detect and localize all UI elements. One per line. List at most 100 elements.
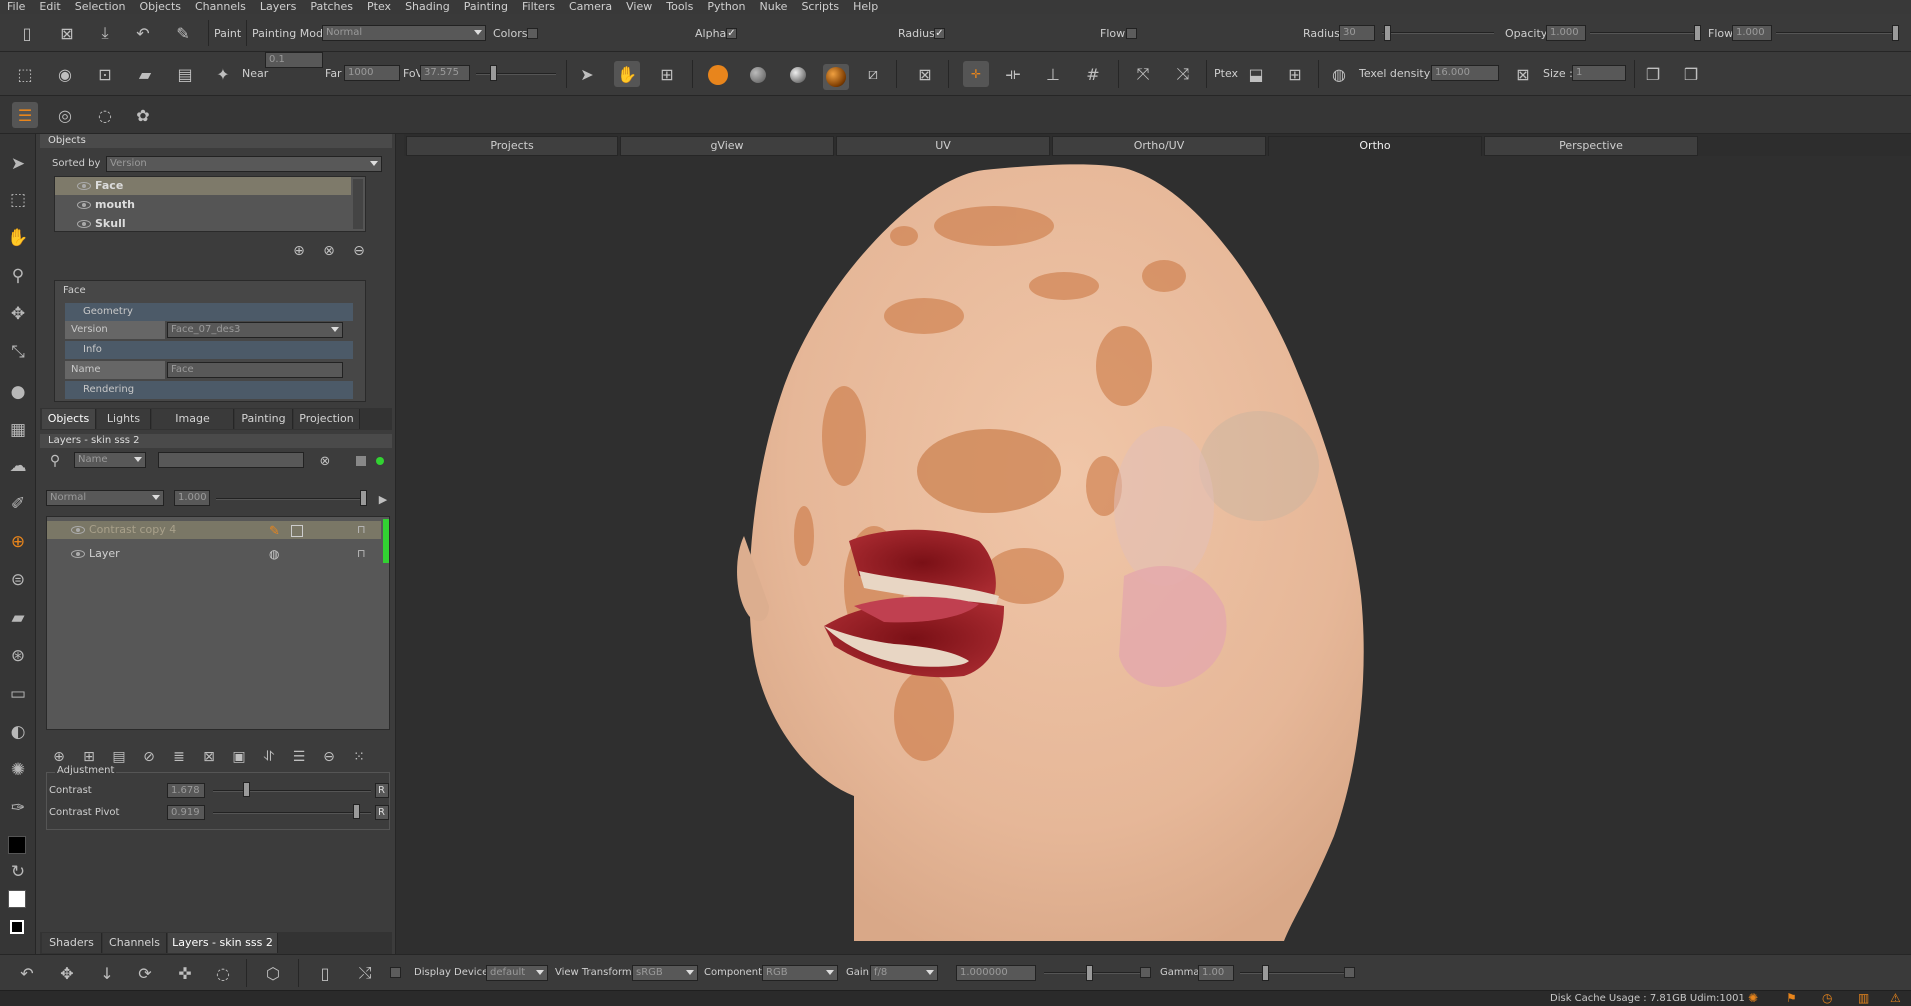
tab-image-manager[interactable]: Image Manager [152, 409, 234, 445]
lit-shading-icon[interactable] [790, 67, 806, 83]
tab-ortho-uv[interactable]: Ortho/UV [1052, 136, 1266, 156]
eye-icon[interactable] [77, 201, 91, 209]
remove-object-icon[interactable]: ⊖ [346, 238, 372, 264]
clear-search-icon[interactable]: ⊗ [312, 448, 338, 474]
orange-shading-icon[interactable] [708, 65, 728, 85]
gamma-reset-icon[interactable] [1344, 967, 1355, 978]
down-arrow-icon[interactable]: ↓ [94, 960, 120, 986]
sparkle-icon[interactable]: ✦ [210, 61, 236, 87]
bucket-icon[interactable]: ▦ [6, 418, 30, 442]
menu-scripts[interactable]: Scripts [794, 0, 846, 14]
frame-icon[interactable]: ⊡ [92, 61, 118, 87]
eye-icon[interactable] [71, 550, 85, 558]
layers-mode-icon[interactable]: ☰ [12, 102, 38, 128]
menu-ptex[interactable]: Ptex [360, 0, 398, 14]
transform-a-icon[interactable]: ⤧ [1130, 61, 1156, 87]
group-layer-icon[interactable]: ▣ [226, 744, 252, 770]
drop-icon[interactable]: ● [6, 380, 30, 404]
painting-mode-select[interactable]: Normal [322, 25, 486, 41]
save-file-icon[interactable]: ⤓ [92, 20, 118, 46]
clone-icon[interactable]: ⊛ [6, 644, 30, 668]
brush-pick-icon[interactable]: ✎ [170, 20, 196, 46]
grid-icon[interactable]: # [1080, 61, 1106, 87]
copy-layers-icon[interactable]: ❐ [1640, 61, 1666, 87]
status-timer-icon[interactable]: ◷ [1822, 991, 1832, 1005]
menu-objects[interactable]: Objects [132, 0, 188, 14]
cursor-select-icon[interactable]: ➤ [574, 61, 600, 87]
near-input[interactable]: 0.1 [265, 52, 323, 68]
box-icon[interactable]: ▰ [132, 61, 158, 87]
flow-slider[interactable] [1776, 32, 1898, 34]
menu-painting[interactable]: Painting [457, 0, 515, 14]
smudge-icon[interactable]: ☁ [6, 454, 30, 478]
contrast-pivot-reset-button[interactable]: R [375, 805, 389, 820]
contrast-input[interactable]: 1.678 [167, 783, 205, 798]
zoom-icon[interactable]: ⚲ [6, 264, 30, 288]
paint-brush-icon[interactable]: ✋ [614, 61, 640, 87]
gain-select[interactable]: f/8 [870, 965, 938, 981]
colors-checkbox[interactable] [527, 28, 538, 39]
orbit-icon[interactable]: ✜ [172, 960, 198, 986]
delete-layer-icon[interactable]: ⊖ [316, 744, 342, 770]
new-file-icon[interactable]: ▯ [14, 20, 40, 46]
radius-slider[interactable] [1382, 32, 1494, 34]
symmetry-y-icon[interactable]: ⊥ [1040, 61, 1066, 87]
select-arrow-icon[interactable]: ➤ [6, 152, 30, 176]
opacity-slider-handle[interactable] [1694, 25, 1701, 41]
component-select[interactable]: RGB [762, 965, 838, 981]
eye-icon[interactable] [77, 220, 91, 228]
gradient-icon[interactable]: ▭ [6, 682, 30, 706]
tab-gview[interactable]: gView [620, 136, 834, 156]
foreground-color-swatch[interactable] [8, 836, 26, 854]
layer-opacity-handle[interactable] [360, 490, 367, 506]
hexagon-icon[interactable]: ⬡ [260, 960, 286, 986]
eye-stack-icon[interactable]: ◎ [52, 102, 78, 128]
projection-icon[interactable]: ⊞ [654, 61, 680, 87]
menu-tools[interactable]: Tools [659, 0, 700, 14]
radius-checkbox[interactable]: ✓ [934, 28, 945, 39]
sorted-by-select[interactable]: Version [106, 156, 382, 172]
layer-row-layer[interactable]: Layer [47, 545, 381, 563]
move-icon[interactable]: ✥ [6, 302, 30, 326]
wireframe-icon[interactable]: ⧄ [860, 61, 886, 87]
tab-projects[interactable]: Projects [406, 136, 618, 156]
display-device-select[interactable]: default [486, 965, 548, 981]
status-alert-icon[interactable]: ⚠ [1890, 991, 1901, 1005]
menu-python[interactable]: Python [700, 0, 752, 14]
blur-icon[interactable]: ⊜ [6, 568, 30, 592]
size-input[interactable]: 1 [1572, 65, 1626, 81]
background-color-swatch[interactable] [8, 890, 26, 908]
add-channel-icon[interactable]: ⊘ [136, 744, 162, 770]
document-icon[interactable]: ▯ [312, 960, 338, 986]
rotate-view-icon[interactable]: ⟳ [132, 960, 158, 986]
fov-slider-handle[interactable] [490, 65, 497, 81]
object-row-mouth[interactable]: mouth [55, 196, 351, 214]
eraser-icon[interactable]: ▰ [6, 606, 30, 630]
tab-lights[interactable]: Lights [97, 409, 151, 429]
objects-scrollbar[interactable] [353, 179, 363, 229]
fov-input[interactable]: 37.575 [420, 65, 470, 81]
undo-paint-icon[interactable]: ↶ [130, 20, 156, 46]
ptex-grid-icon[interactable]: ⊞ [1282, 61, 1308, 87]
name-input[interactable]: Face [167, 362, 343, 378]
texel-density-input[interactable]: 16.000 [1431, 65, 1499, 81]
ptex-resize-icon[interactable]: ⬓ [1243, 61, 1269, 87]
eye-icon[interactable] [71, 526, 85, 534]
display-checkbox[interactable] [390, 967, 401, 978]
lasso-icon[interactable]: ◌ [210, 960, 236, 986]
transform-icon[interactable]: ⤡ [6, 340, 30, 364]
tab-ortho[interactable]: Ortho [1268, 136, 1482, 156]
tab-channels[interactable]: Channels [103, 933, 167, 953]
layer-opacity-slider[interactable] [216, 498, 366, 500]
transform-b-icon[interactable]: ⤨ [1170, 61, 1196, 87]
hand-icon[interactable]: ✋ [6, 226, 30, 250]
film-icon[interactable]: ▤ [172, 61, 198, 87]
grey-shading-icon[interactable] [750, 67, 766, 83]
object-row-face[interactable]: Face [55, 177, 351, 195]
menu-selection[interactable]: Selection [68, 0, 133, 14]
tab-layers[interactable]: Layers - skin sss 2 [168, 933, 278, 953]
import-object-icon[interactable]: ⊗ [316, 238, 342, 264]
exposure-slider-handle[interactable] [1086, 965, 1093, 981]
tab-shaders[interactable]: Shaders [42, 933, 102, 953]
contrast-pivot-slider[interactable] [213, 812, 371, 814]
